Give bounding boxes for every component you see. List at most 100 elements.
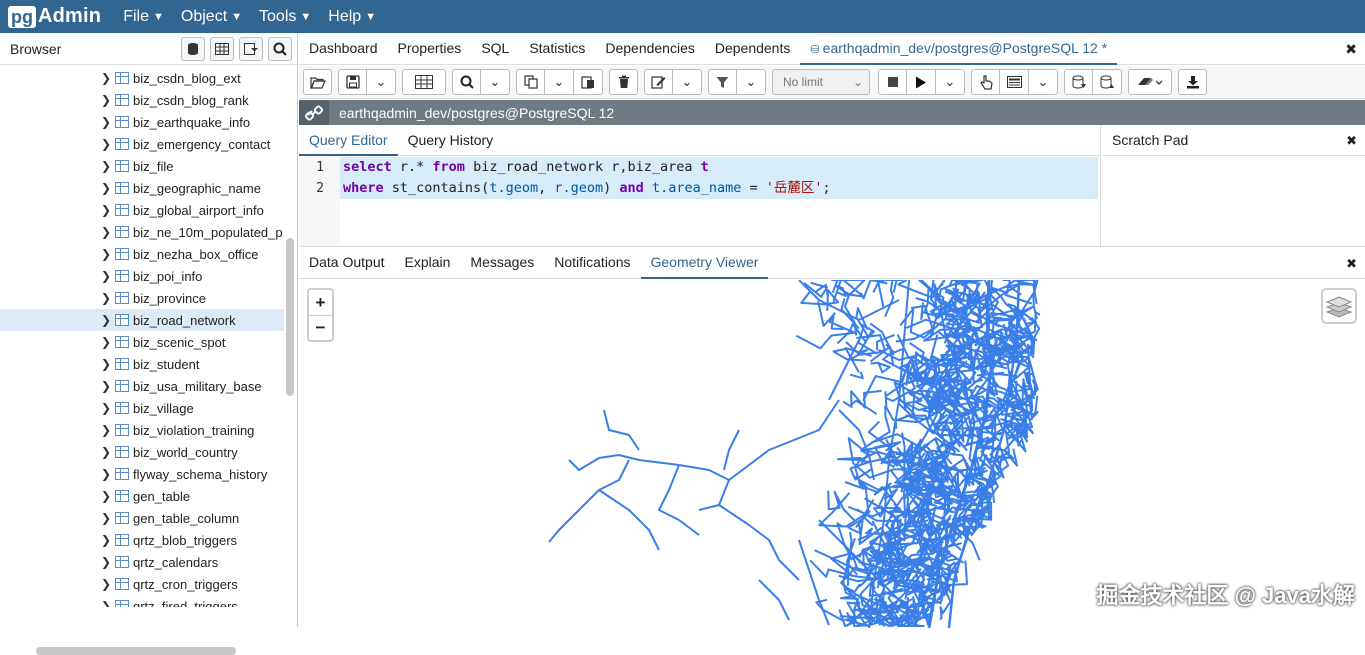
edit-button[interactable]	[644, 69, 673, 95]
explain-options-dropdown[interactable]: ⌄	[1029, 69, 1058, 95]
tab-dashboard[interactable]: Dashboard	[299, 33, 388, 65]
zoom-out-button[interactable]: −	[309, 315, 332, 340]
tab-query-tool[interactable]: ⛁ earthqadmin_dev/postgres@PostgreSQL 12…	[800, 33, 1118, 65]
tree-node-table[interactable]: ❯ biz_road_network	[0, 309, 284, 331]
chevron-right-icon[interactable]: ❯	[101, 511, 115, 525]
menu-tools[interactable]: Tools ▼	[259, 8, 311, 26]
search-objects-button[interactable]	[268, 36, 292, 61]
tree-node-table[interactable]: ❯ biz_earthquake_info	[0, 111, 284, 133]
tab-properties[interactable]: Properties	[388, 33, 472, 65]
chevron-right-icon[interactable]: ❯	[101, 423, 115, 437]
tree-node-table[interactable]: ❯ biz_csdn_blog_rank	[0, 89, 284, 111]
stop-button[interactable]	[878, 69, 907, 95]
download-csv-button[interactable]	[1178, 69, 1207, 95]
chevron-right-icon[interactable]: ❯	[101, 555, 115, 569]
chevron-right-icon[interactable]: ❯	[101, 159, 115, 173]
tree-vertical-scrollbar[interactable]	[286, 238, 294, 396]
filter-options-dropdown[interactable]: ⌄	[737, 69, 766, 95]
menu-object[interactable]: Object ▼	[181, 8, 242, 26]
chevron-right-icon[interactable]: ❯	[101, 247, 115, 261]
filter-button[interactable]	[708, 69, 737, 95]
chevron-right-icon[interactable]: ❯	[101, 71, 115, 85]
chevron-right-icon[interactable]: ❯	[101, 445, 115, 459]
tab-notifications[interactable]: Notifications	[544, 247, 640, 279]
close-tab-icon[interactable]: ✖	[1345, 41, 1357, 58]
tree-node-table[interactable]: ❯ biz_csdn_blog_ext	[0, 67, 284, 89]
clear-button[interactable]	[1128, 69, 1172, 95]
tree-node-table[interactable]: ❯ gen_table_column	[0, 507, 284, 529]
tree-horizontal-scrollbar[interactable]	[36, 647, 236, 655]
tree-node-table[interactable]: ❯ biz_province	[0, 287, 284, 309]
copy-button[interactable]	[516, 69, 545, 95]
tree-node-table[interactable]: ❯ qrtz_blob_triggers	[0, 529, 284, 551]
tree-node-table[interactable]: ❯ biz_nezha_box_office	[0, 243, 284, 265]
chevron-right-icon[interactable]: ❯	[101, 269, 115, 283]
chevron-right-icon[interactable]: ❯	[101, 313, 115, 327]
edit-data-button[interactable]	[402, 69, 446, 95]
tree-node-table[interactable]: ❯ biz_world_country	[0, 441, 284, 463]
copy-options-dropdown[interactable]: ⌄	[545, 69, 574, 95]
execute-options-dropdown[interactable]: ⌄	[936, 69, 965, 95]
chevron-right-icon[interactable]: ❯	[101, 291, 115, 305]
execute-button[interactable]	[907, 69, 936, 95]
tab-dependents[interactable]: Dependents	[705, 33, 801, 65]
chevron-right-icon[interactable]: ❯	[101, 379, 115, 393]
tab-data-output[interactable]: Data Output	[299, 247, 395, 279]
chevron-right-icon[interactable]: ❯	[101, 467, 115, 481]
tab-geometry-viewer[interactable]: Geometry Viewer	[640, 247, 769, 279]
tree-node-table[interactable]: ❯ biz_geographic_name	[0, 177, 284, 199]
chevron-right-icon[interactable]: ❯	[101, 225, 115, 239]
save-file-button[interactable]	[338, 69, 367, 95]
close-results-icon[interactable]: ✖	[1346, 256, 1357, 272]
tree-node-table[interactable]: ❯ biz_poi_info	[0, 265, 284, 287]
tree-node-table[interactable]: ❯ biz_scenic_spot	[0, 331, 284, 353]
open-file-button[interactable]	[303, 69, 332, 95]
tree-node-table[interactable]: ❯ qrtz_calendars	[0, 551, 284, 573]
tree-node-table[interactable]: ❯ gen_table	[0, 485, 284, 507]
query-tool-button[interactable]	[181, 36, 205, 61]
layers-control-button[interactable]	[1321, 288, 1357, 324]
paste-button[interactable]	[574, 69, 603, 95]
chevron-right-icon[interactable]: ❯	[101, 401, 115, 415]
chevron-right-icon[interactable]: ❯	[101, 137, 115, 151]
save-options-dropdown[interactable]: ⌄	[367, 69, 396, 95]
tree-node-table[interactable]: ❯ biz_ne_10m_populated_p	[0, 221, 284, 243]
tree-node-table[interactable]: ❯ qrtz_fired_triggers	[0, 595, 284, 607]
chevron-right-icon[interactable]: ❯	[101, 203, 115, 217]
commit-button[interactable]	[1064, 69, 1093, 95]
tree-node-table[interactable]: ❯ biz_usa_military_base	[0, 375, 284, 397]
edit-options-dropdown[interactable]: ⌄	[673, 69, 702, 95]
tree-node-table[interactable]: ❯ biz_global_airport_info	[0, 199, 284, 221]
sql-editor[interactable]: 1 2 select r.* from biz_road_network r,b…	[299, 157, 1101, 246]
view-data-button[interactable]	[210, 36, 234, 61]
chevron-right-icon[interactable]: ❯	[101, 599, 115, 607]
chevron-right-icon[interactable]: ❯	[101, 335, 115, 349]
tab-query-editor[interactable]: Query Editor	[299, 125, 398, 156]
zoom-in-button[interactable]: +	[309, 290, 332, 315]
tree-node-table[interactable]: ❯ biz_village	[0, 397, 284, 419]
chevron-right-icon[interactable]: ❯	[101, 181, 115, 195]
tab-sql[interactable]: SQL	[471, 33, 519, 65]
geometry-map[interactable]: + − 掘金技术社区 @ Java水解	[299, 280, 1365, 628]
find-options-dropdown[interactable]: ⌄	[481, 69, 510, 95]
menu-help[interactable]: Help ▼	[328, 8, 376, 26]
menu-file[interactable]: File ▼	[123, 8, 164, 26]
explain-analyze-button[interactable]	[1000, 69, 1029, 95]
row-limit-select[interactable]: No limit ⌄	[772, 69, 870, 95]
chevron-right-icon[interactable]: ❯	[101, 357, 115, 371]
code-line[interactable]: where st_contains(t.geom, r.geom) and t.…	[340, 178, 1098, 199]
chevron-right-icon[interactable]: ❯	[101, 93, 115, 107]
chevron-right-icon[interactable]: ❯	[101, 115, 115, 129]
code-line[interactable]: select r.* from biz_road_network r,biz_a…	[340, 157, 1098, 178]
tree-node-table[interactable]: ❯ qrtz_cron_triggers	[0, 573, 284, 595]
tab-dependencies[interactable]: Dependencies	[595, 33, 705, 65]
tree-node-table[interactable]: ❯ biz_violation_training	[0, 419, 284, 441]
chevron-right-icon[interactable]: ❯	[101, 533, 115, 547]
connection-label[interactable]: earthqadmin_dev/postgres@PostgreSQL 12	[339, 105, 614, 121]
close-scratch-pad-icon[interactable]: ✖	[1346, 133, 1357, 149]
chevron-right-icon[interactable]: ❯	[101, 489, 115, 503]
chevron-right-icon[interactable]: ❯	[101, 577, 115, 591]
delete-button[interactable]	[609, 69, 638, 95]
tree-node-table[interactable]: ❯ biz_file	[0, 155, 284, 177]
connection-status-icon[interactable]	[299, 100, 329, 125]
